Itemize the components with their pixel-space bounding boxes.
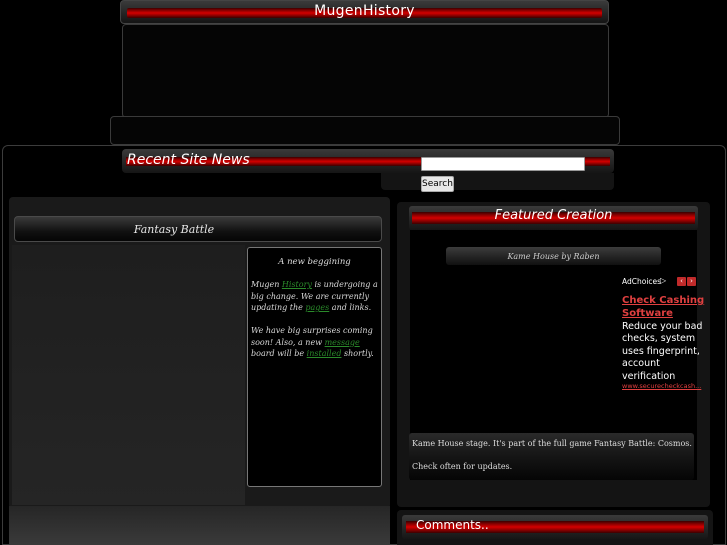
pages-link[interactable]: pages <box>305 303 329 312</box>
featured-description: Kame House stage. It's part of the full … <box>412 439 692 448</box>
banner-area <box>122 24 609 118</box>
adchoices-icon[interactable]: ▷ <box>660 276 666 285</box>
ad-prev-icon[interactable]: ‹ <box>677 277 686 286</box>
news-card-paragraph-2: We have big surprises coming soon! Also,… <box>251 325 379 360</box>
featured-item-title[interactable]: Kame House by Raben <box>446 252 661 261</box>
search-button[interactable]: Search <box>421 176 454 192</box>
message-link[interactable]: message <box>325 338 360 347</box>
card-text: board will be <box>251 349 307 358</box>
fantasy-battle-title[interactable]: Fantasy Battle <box>14 223 334 236</box>
ad-headline-link[interactable]: Check Cashing Software <box>622 294 708 320</box>
installed-link[interactable]: installed <box>307 349 342 358</box>
comments-title: Comments.. <box>416 518 489 532</box>
navigation-bar <box>110 116 620 145</box>
news-section-title: Recent Site News <box>127 152 250 168</box>
site-title-bar: MugenHistory <box>120 0 609 24</box>
card-text: shortly. <box>341 349 374 358</box>
adchoices-label[interactable]: AdChoices <box>622 277 661 286</box>
history-link[interactable]: History <box>282 280 312 289</box>
left-image-area <box>12 245 245 505</box>
search-tray <box>381 173 614 190</box>
featured-update-note: Check often for updates. <box>412 462 513 471</box>
news-card-paragraph-1: Mugen History is undergoing a big change… <box>251 279 379 314</box>
left-lower-panel <box>9 506 390 545</box>
ad-url-link[interactable]: www.securecheckcash... <box>622 382 702 390</box>
site-title[interactable]: MugenHistory <box>121 3 608 19</box>
featured-creation-title: Featured Creation <box>494 208 613 223</box>
card-text: Mugen <box>251 280 282 289</box>
ad-next-icon[interactable]: › <box>687 277 696 286</box>
ad-body-text: Reduce your bad checks, system uses fing… <box>622 321 703 382</box>
search-input[interactable] <box>421 157 585 171</box>
card-text: and links. <box>329 303 372 312</box>
news-card-title: A new beggining <box>278 257 351 267</box>
